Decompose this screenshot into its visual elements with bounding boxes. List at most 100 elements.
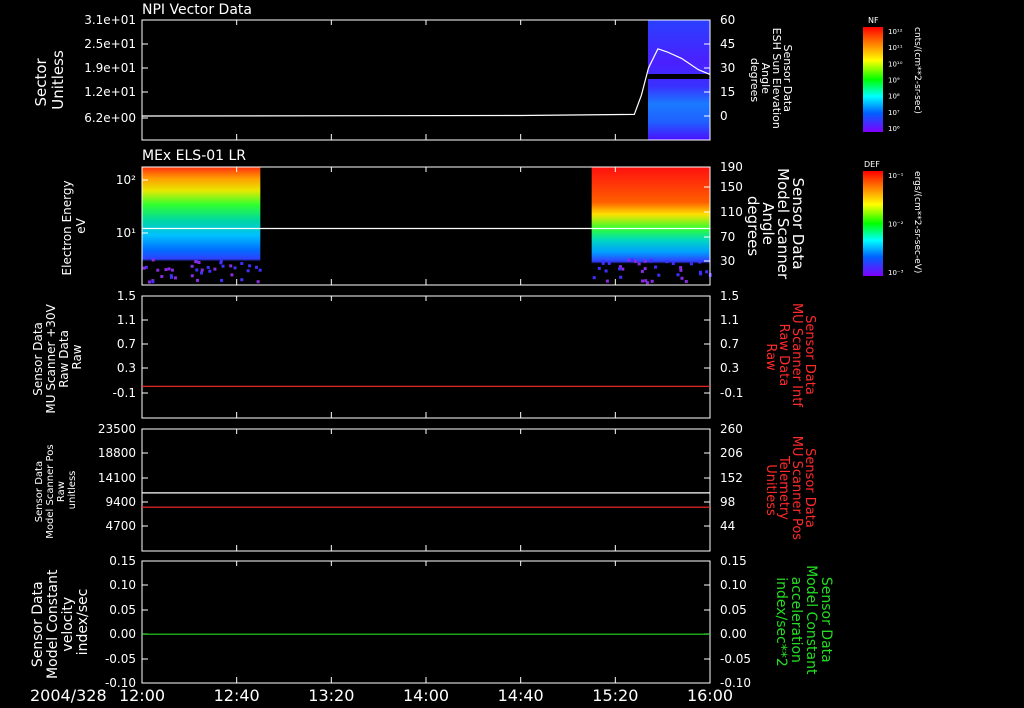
time-tick-label: 14:40 (498, 686, 544, 705)
speck (151, 258, 155, 262)
speck (220, 278, 224, 282)
colorbar-tick-label: 10¹² (888, 28, 903, 36)
speck (637, 262, 641, 266)
left-axis: 23500 18800 14100 9400 4700 (98, 422, 148, 533)
speck (605, 279, 609, 283)
tick-label: 14100 (98, 471, 136, 485)
speck (151, 280, 155, 284)
speck (170, 268, 174, 272)
right-axis: 0.150.100.050.00-0.05-0.10 (704, 554, 751, 690)
colorbar-title: DEF (864, 160, 880, 169)
speck (679, 266, 683, 270)
colorbar-tick-label: 10⁻³ (888, 269, 904, 277)
speck (689, 262, 693, 266)
tick-label: 15 (720, 85, 735, 99)
chart-canvas: NPI Vector Data 3.1e+01 2.5e+01 1.9e+01 1.2… (30, 2, 922, 705)
time-tick-label: 13:20 (308, 686, 354, 705)
tick-label: 0.05 (720, 603, 747, 617)
colorbar-tick-label: 10⁷ (888, 109, 900, 117)
left-axis-label: Sector Unitless (32, 50, 67, 110)
speck (258, 268, 262, 272)
speck (213, 267, 217, 271)
speck (221, 264, 225, 268)
tick-label: 2.5e+01 (84, 37, 136, 51)
speck (197, 261, 201, 264)
right-axis-label: Sensor Data Model Constant acceleration … (773, 565, 834, 679)
colorbar-ticks: 10¹² 10¹¹ 10¹⁰ 10⁹ 10⁸ 10⁷ 10⁶ (888, 28, 903, 133)
panel-frame (141, 560, 711, 684)
panel-title: NPI Vector Data (142, 2, 252, 18)
speck (641, 279, 644, 283)
colorbar-ticks: 10⁻¹ 10⁻² 10⁻³ (888, 172, 904, 277)
tick-label: 10² (116, 173, 136, 187)
left-axis-label: Sensor Data Model Scanner Pos Raw unitle… (34, 441, 78, 538)
speck (657, 273, 661, 277)
colorbar-gradient (863, 27, 883, 132)
tick-label: 190 (720, 160, 743, 174)
time-tick-label: 16:00 (687, 686, 733, 705)
right-axis-label: Sensor Data MU Scanner Intf Raw Data Raw (763, 303, 817, 411)
panel-mu-scanner-raw: 1.5 1.1 0.7 0.3 -0.1 1.5 1.1 0.7 0.3 -0.1 Sensor… (31, 289, 817, 419)
time-tick-label: 12:40 (214, 686, 260, 705)
colorbar-tick-label: 10⁻² (888, 221, 904, 229)
colorbar-tick-label: 10⁹ (888, 77, 900, 85)
tick-label: 9400 (105, 495, 136, 509)
tick-label: 30 (720, 254, 735, 268)
speck (649, 259, 653, 263)
speck (200, 268, 204, 272)
tick-label: 44 (720, 519, 735, 533)
tick-label: 18800 (98, 446, 136, 460)
colorbar-tick-label: 10⁶ (888, 125, 900, 133)
colorbar-tick-label: 10⁸ (888, 93, 900, 101)
tick-label: 30 (720, 61, 735, 75)
panel-frame (141, 295, 711, 419)
time-tick-label: 12:00 (119, 686, 165, 705)
speck (684, 280, 688, 283)
tick-label: -0.05 (720, 652, 751, 666)
date-label: 2004/328 (30, 686, 107, 705)
speck (676, 273, 680, 277)
speck (643, 259, 647, 263)
speck (607, 261, 611, 265)
tick-label: 150 (720, 180, 743, 194)
time-tick-label: 14:00 (403, 686, 449, 705)
tick-label: 0.00 (720, 627, 747, 641)
colorbar-nf: NF 10¹² 10¹¹ 10¹⁰ 10⁹ 10⁸ 10⁷ 10⁶ cnts/(cm**2-… (863, 16, 922, 133)
tick-label: 1.1 (720, 313, 739, 327)
tick-label: 1.1 (117, 313, 136, 327)
tick-label: 0 (720, 109, 728, 123)
speck (160, 275, 164, 278)
npi-heatmap (648, 20, 710, 140)
tick-label: 260 (720, 422, 743, 436)
speck (248, 264, 252, 268)
tick-label: 60 (720, 13, 735, 27)
speck (621, 267, 625, 271)
tick-label: -0.1 (720, 386, 743, 400)
right-axis-label: Sensor Data ESH Sun Elevation Angle degr… (748, 28, 794, 133)
speck (142, 266, 146, 270)
speck (164, 268, 168, 272)
tick-label: 0.00 (109, 627, 136, 641)
speck (680, 276, 684, 280)
speck (643, 267, 647, 271)
tick-label: 45 (720, 37, 735, 51)
speck (206, 265, 210, 269)
speck (174, 276, 177, 280)
speck (698, 260, 702, 264)
speck (208, 269, 212, 273)
colorbar-tick-label: 10¹¹ (888, 44, 903, 52)
colorbar-tick-label: 10¹⁰ (888, 60, 903, 68)
panel-title: MEx ELS-01 LR (142, 148, 246, 164)
tick-label: 1.2e+01 (84, 85, 136, 99)
speck (604, 269, 608, 273)
tick-label: 1.5 (117, 289, 136, 303)
tick-label: 4700 (105, 519, 136, 533)
speck (170, 275, 173, 279)
speck (640, 269, 644, 273)
tick-label: 206 (720, 446, 743, 460)
speck (654, 265, 658, 269)
panel-frame (141, 428, 711, 552)
tick-label: 0.7 (720, 337, 739, 351)
panel-model-constant: 0.150.100.050.00-0.05-0.10 0.150.100.050… (30, 554, 834, 690)
right-axis-label: Sensor Data Model Scanner Angle degrees (744, 168, 807, 284)
